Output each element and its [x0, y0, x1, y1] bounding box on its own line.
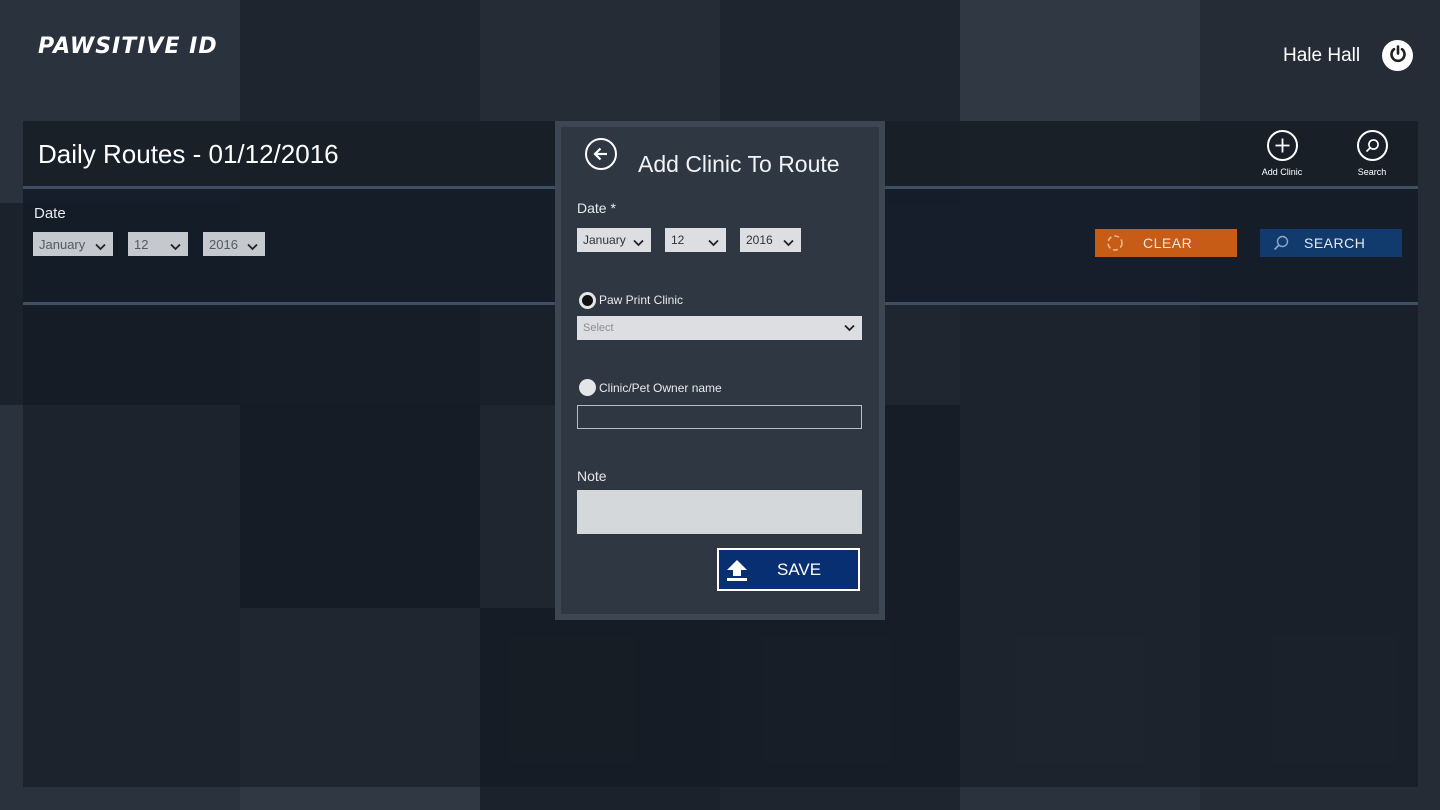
owner-name-label: Clinic/Pet Owner name — [599, 381, 722, 395]
chevron-down-icon — [95, 239, 106, 254]
clear-button[interactable]: CLEAR — [1095, 229, 1237, 257]
owner-name-input[interactable] — [577, 405, 862, 429]
page-title: Daily Routes - 01/12/2016 — [38, 139, 339, 169]
add-clinic-dialog: Add Clinic To Route Date * January 12 20… — [555, 121, 885, 620]
add-clinic-button[interactable]: Add Clinic — [1252, 130, 1312, 177]
filter-day-value: 12 — [134, 236, 149, 252]
dialog-month-select[interactable]: January — [577, 228, 651, 252]
search-app-button[interactable]: Search — [1342, 130, 1402, 177]
filter-month-select[interactable]: January — [33, 232, 113, 256]
dialog-day-value: 12 — [671, 233, 685, 247]
clinic-select-placeholder: Select — [583, 322, 614, 334]
save-button-label: SAVE — [777, 559, 822, 579]
dialog-date-label: Date * — [577, 200, 616, 216]
magnifier-icon — [1272, 234, 1290, 252]
note-textarea[interactable] — [577, 490, 862, 534]
refresh-icon — [1105, 233, 1125, 253]
search-button[interactable]: SEARCH — [1260, 229, 1402, 257]
filter-date-label: Date — [34, 205, 66, 222]
add-clinic-label: Add Clinic — [1261, 167, 1303, 177]
chevron-down-icon — [783, 235, 794, 250]
chevron-down-icon — [708, 235, 719, 250]
filter-year-select[interactable]: 2016 — [203, 232, 265, 256]
filter-day-select[interactable]: 12 — [128, 232, 188, 256]
search-app-label: Search — [1357, 167, 1387, 177]
save-button[interactable]: SAVE — [717, 548, 860, 591]
paw-print-clinic-radio[interactable] — [579, 292, 596, 309]
dialog-year-select[interactable]: 2016 — [740, 228, 801, 252]
back-button[interactable] — [585, 138, 617, 170]
filter-month-value: January — [39, 236, 86, 252]
power-button[interactable] — [1382, 40, 1413, 71]
plus-icon — [1266, 130, 1298, 161]
upload-icon — [725, 558, 749, 582]
search-button-label: SEARCH — [1304, 235, 1366, 251]
user-name: Hale Hall — [1283, 45, 1361, 66]
app-logo: PAWSITIVE ID — [38, 34, 218, 59]
arrow-left-icon — [592, 145, 610, 163]
clear-button-label: CLEAR — [1143, 235, 1193, 251]
chevron-down-icon — [170, 239, 181, 254]
paw-print-clinic-label: Paw Print Clinic — [599, 293, 684, 307]
note-label: Note — [577, 468, 607, 484]
magnifier-icon — [1356, 130, 1388, 161]
clinic-select[interactable]: Select — [577, 316, 862, 340]
dialog-year-value: 2016 — [746, 233, 773, 247]
power-icon — [1388, 44, 1408, 68]
chevron-down-icon — [247, 239, 258, 254]
chevron-down-icon — [633, 235, 644, 250]
dialog-month-value: January — [583, 233, 626, 247]
dialog-day-select[interactable]: 12 — [665, 228, 726, 252]
filter-year-value: 2016 — [209, 236, 238, 252]
chevron-down-icon — [844, 323, 855, 335]
dialog-title: Add Clinic To Route — [638, 151, 840, 177]
owner-name-radio[interactable] — [579, 379, 596, 396]
